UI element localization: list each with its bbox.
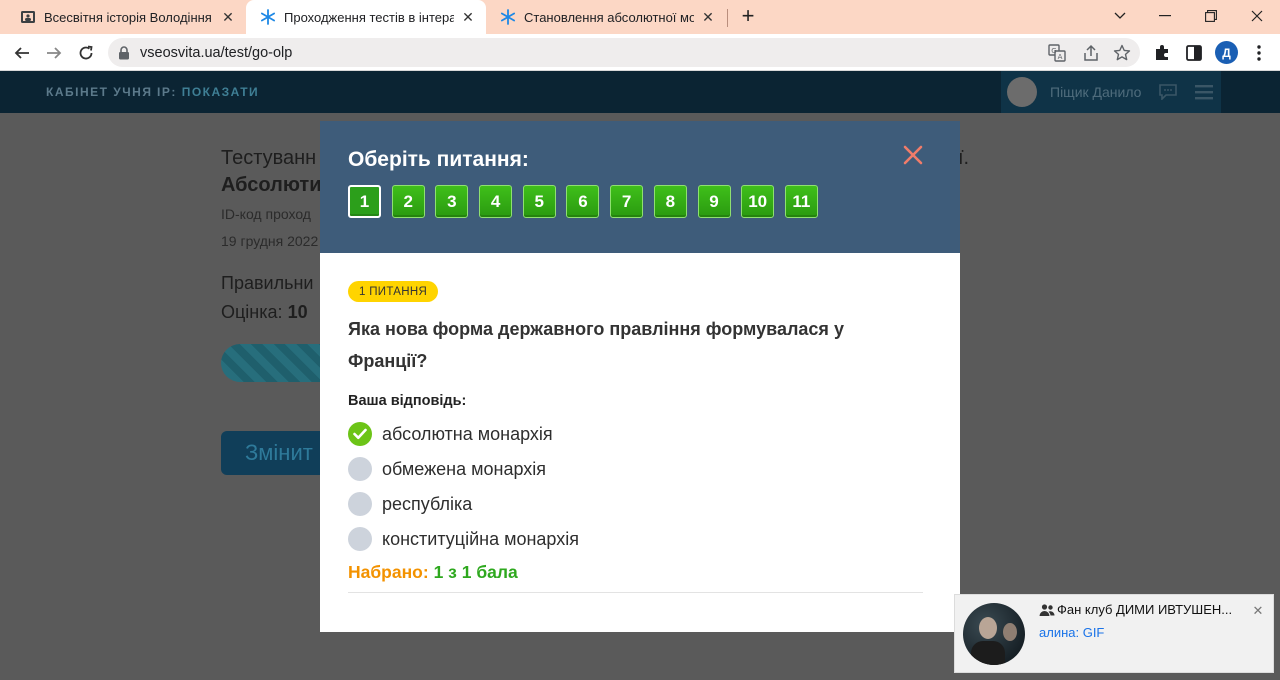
ip-show-link[interactable]: ПОКАЗАТИ <box>182 85 260 99</box>
answer-option: абсолютна монархія <box>348 421 553 447</box>
unselected-circle-icon <box>348 457 372 481</box>
answer-option: конституційна монархія <box>348 526 579 552</box>
answer-option: обмежена монархія <box>348 456 546 482</box>
kebab-menu-icon[interactable] <box>1249 43 1269 63</box>
question-review-modal: Оберіть питання: 1 2 3 4 5 6 7 8 9 10 11 1 ПИТАННЯ… <box>320 121 960 632</box>
notification-message: алина: GIF <box>1039 625 1105 640</box>
modal-header: Оберіть питання: 1 2 3 4 5 6 7 8 9 10 11 <box>320 121 960 253</box>
answer-option-text: обмежена монархія <box>382 458 547 479</box>
browser-tab-1[interactable]: Всесвітня історія Володіння Габ ✕ <box>6 0 246 34</box>
score-value: 1 з 1 бала <box>433 562 518 582</box>
notification-title: Фан клуб ДИМИ ИВТУШЕН... <box>1057 602 1233 617</box>
tab-title: Становлення абсолютної монар <box>524 9 694 25</box>
restore-icon[interactable] <box>1188 0 1234 32</box>
url-text: vseosvita.ua/test/go-olp <box>140 44 293 61</box>
tab-separator <box>727 9 728 27</box>
side-panel-icon[interactable] <box>1184 43 1204 63</box>
tab-search-icon[interactable] <box>1097 0 1143 32</box>
vseosvita-snowflake-icon <box>260 9 276 25</box>
unselected-circle-icon <box>348 527 372 551</box>
classroom-icon <box>20 9 36 25</box>
question-number-button[interactable]: 7 <box>610 185 644 218</box>
back-icon[interactable] <box>9 40 35 66</box>
lock-icon[interactable] <box>118 45 130 60</box>
question-number-button[interactable]: 2 <box>391 185 425 218</box>
attempt-date: 19 грудня 2022 <box>221 233 319 249</box>
test-title-line2: Абсолюти <box>221 174 322 196</box>
score-label: Набрано: <box>348 562 429 582</box>
close-tab-icon[interactable]: ✕ <box>460 9 476 25</box>
modal-title: Оберіть питання: <box>348 148 529 171</box>
tab-title: Проходження тестів в інтеракти <box>284 9 454 25</box>
question-number-button[interactable]: 10 <box>741 185 775 218</box>
correct-answers-label: Правильни <box>221 273 314 293</box>
profile-avatar[interactable]: Д <box>1215 41 1238 64</box>
answer-option: республіка <box>348 491 472 517</box>
window-close-icon[interactable] <box>1234 0 1280 32</box>
grade-label: Оцінка: <box>221 302 283 322</box>
browser-tab-strip: Всесвітня історія Володіння Габ ✕ Проход… <box>0 0 1280 34</box>
browser-tab-2[interactable]: Проходження тестів в інтеракти ✕ <box>246 0 486 34</box>
chat-notification[interactable]: Фан клуб ДИМИ ИВТУШЕН... алина: GIF ✕ <box>954 594 1274 673</box>
question-number-button[interactable]: 11 <box>784 185 818 218</box>
svg-text:A: A <box>1058 53 1063 61</box>
question-number-button[interactable]: 8 <box>653 185 687 218</box>
reload-icon[interactable] <box>73 40 99 66</box>
question-text: Яка нова форма державного правління форм… <box>348 319 844 371</box>
user-avatar[interactable] <box>1007 77 1037 107</box>
grade-line: Оцінка: 10 <box>221 302 308 323</box>
close-tab-icon[interactable]: ✕ <box>220 9 236 25</box>
browser-tab-3[interactable]: Становлення абсолютної монар ✕ <box>486 0 726 34</box>
translate-icon[interactable]: AG <box>1048 44 1066 62</box>
question-number-button[interactable]: 4 <box>479 185 513 218</box>
attempt-id-label: ID-код проход <box>221 206 311 222</box>
browser-toolbar: vseosvita.ua/test/go-olp AG Д <box>0 34 1280 71</box>
minimize-icon[interactable] <box>1142 0 1188 32</box>
question-number-button[interactable]: 5 <box>522 185 556 218</box>
test-title-start: Тестуванн <box>221 147 317 169</box>
question-number-button[interactable]: 3 <box>435 185 469 218</box>
change-button-label: Змінит <box>245 440 313 465</box>
close-icon[interactable] <box>902 144 924 166</box>
question-number-list: 1 2 3 4 5 6 7 8 9 10 11 <box>348 185 829 218</box>
question-badge: 1 ПИТАННЯ <box>348 281 439 302</box>
user-name[interactable]: Піщик Данило <box>1050 84 1141 100</box>
forward-icon[interactable] <box>41 40 67 66</box>
divider <box>348 592 923 593</box>
answer-option-text: конституційна монархія <box>382 528 579 549</box>
notification-avatar <box>963 603 1025 665</box>
ip-info: IP: ПОКАЗАТИ <box>157 85 259 99</box>
share-icon[interactable] <box>1082 44 1100 62</box>
extensions-puzzle-icon[interactable] <box>1152 43 1172 63</box>
chat-icon[interactable] <box>1159 84 1177 101</box>
bookmark-star-icon[interactable] <box>1113 44 1131 62</box>
close-tab-icon[interactable]: ✕ <box>700 9 716 25</box>
grade-value: 10 <box>287 302 308 322</box>
checkmark-icon <box>348 422 372 446</box>
question-number-button[interactable]: 6 <box>566 185 600 218</box>
svg-text:G: G <box>1051 47 1056 55</box>
question-number-button[interactable]: 9 <box>697 185 731 218</box>
answer-option-text: абсолютна монархія <box>382 423 553 444</box>
tab-title: Всесвітня історія Володіння Габ <box>44 9 214 25</box>
group-chat-icon <box>1039 603 1055 617</box>
unselected-circle-icon <box>348 492 372 516</box>
your-answer-label: Ваша відповідь: <box>348 393 467 409</box>
notification-close-icon[interactable]: ✕ <box>1251 604 1265 618</box>
question-number-button[interactable]: 1 <box>348 185 381 218</box>
score-line: Набрано: 1 з 1 бала <box>348 562 518 583</box>
ip-label: IP: <box>157 85 177 99</box>
hamburger-menu-icon[interactable] <box>1195 84 1213 100</box>
answer-option-text: республіка <box>382 493 473 514</box>
address-bar[interactable]: vseosvita.ua/test/go-olp AG <box>108 38 1140 67</box>
new-tab-button[interactable]: + <box>736 5 760 29</box>
user-menu[interactable]: Піщик Данило <box>1001 71 1221 113</box>
cabinet-label[interactable]: КАБІНЕТ УЧНЯ <box>46 85 152 99</box>
vseosvita-snowflake-icon <box>500 9 516 25</box>
